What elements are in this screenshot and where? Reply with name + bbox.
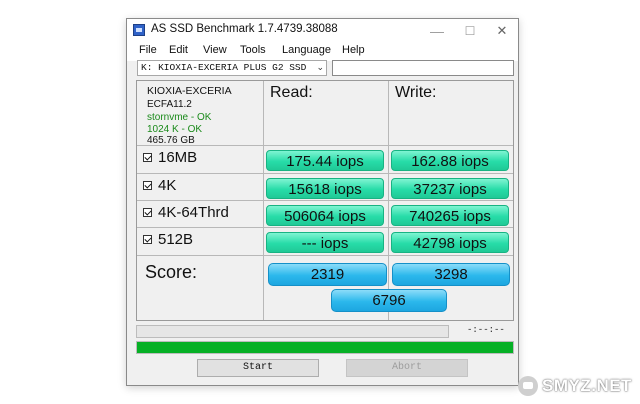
test-row-4k[interactable]: 4K (143, 177, 176, 194)
title-bar[interactable]: AS SSD Benchmark 1.7.4739.38088 — ☐ ✕ (127, 19, 518, 43)
drive-firmware: ECFA11.2 (147, 99, 192, 110)
menu-help[interactable]: Help (342, 44, 365, 56)
menu-tools[interactable]: Tools (240, 44, 266, 56)
result-write-16mb: 162.88 iops (391, 150, 509, 171)
menu-bar: File Edit View Tools Language Help (127, 43, 518, 61)
write-column-header: Write: (395, 84, 437, 101)
test-row-16mb[interactable]: 16MB (143, 149, 197, 166)
row-divider (137, 200, 513, 201)
overall-progress-bar (136, 341, 514, 354)
checkbox-4k[interactable] (143, 181, 152, 190)
row-divider (137, 173, 513, 174)
test-row-4k-64thrd[interactable]: 4K-64Thrd (143, 204, 229, 221)
checkbox-512b[interactable] (143, 235, 152, 244)
result-write-4k: 37237 iops (391, 178, 509, 199)
score-read: 2319 (268, 263, 387, 286)
test-label: 4K-64Thrd (158, 204, 229, 221)
menu-edit[interactable]: Edit (169, 44, 188, 56)
read-column-header: Read: (270, 84, 313, 101)
chevron-down-icon: ⌄ (316, 63, 324, 73)
app-icon (133, 24, 145, 36)
result-read-4k-64thrd: 506064 iops (266, 205, 384, 226)
elapsed-time: -:--:-- (467, 325, 505, 335)
drive-model: KIOXIA-EXCERIA (147, 85, 232, 97)
result-write-512b: 42798 iops (391, 232, 509, 253)
score-total: 6796 (331, 289, 447, 312)
alignment-status: 1024 K - OK (147, 124, 203, 135)
test-row-512b[interactable]: 512B (143, 231, 193, 248)
start-button[interactable]: Start (197, 359, 319, 377)
test-progress-bar (136, 325, 449, 338)
result-read-512b: --- iops (266, 232, 384, 253)
result-read-16mb: 175.44 iops (266, 150, 384, 171)
menu-language[interactable]: Language (282, 44, 331, 56)
test-label: 512B (158, 231, 194, 248)
close-button[interactable]: ✕ (486, 19, 518, 43)
abort-button[interactable]: Abort (346, 359, 468, 377)
drive-size: 465.76 GB (147, 135, 195, 146)
driver-status: stornvme - OK (147, 112, 212, 123)
smyz-logo-icon (518, 376, 538, 396)
info-input[interactable] (332, 60, 514, 76)
menu-view[interactable]: View (203, 44, 227, 56)
checkbox-4k-64thrd[interactable] (143, 208, 152, 217)
drive-select-value: K: KIOXIA-EXCERIA PLUS G2 SSD (141, 62, 307, 73)
row-divider (137, 227, 513, 228)
app-window: AS SSD Benchmark 1.7.4739.38088 — ☐ ✕ Fi… (126, 18, 519, 386)
overall-progress-fill (137, 342, 513, 353)
checkbox-16mb[interactable] (143, 153, 152, 162)
minimize-button[interactable]: — (421, 19, 453, 43)
maximize-button[interactable]: ☐ (454, 19, 486, 43)
test-label: 16MB (158, 149, 198, 166)
watermark-text: SMYZ.NET (542, 376, 632, 395)
score-write: 3298 (392, 263, 510, 286)
result-read-4k: 15618 iops (266, 178, 384, 199)
results-panel: KIOXIA-EXCERIA ECFA11.2 stornvme - OK 10… (136, 80, 514, 321)
menu-file[interactable]: File (139, 44, 157, 56)
drive-select[interactable]: K: KIOXIA-EXCERIA PLUS G2 SSD ⌄ (137, 60, 327, 76)
result-write-4k-64thrd: 740265 iops (391, 205, 509, 226)
row-divider (137, 255, 513, 256)
watermark: SMYZ.NET (518, 374, 632, 398)
score-label: Score: (145, 262, 198, 282)
window-title: AS SSD Benchmark 1.7.4739.38088 (151, 23, 338, 35)
test-label: 4K (158, 177, 177, 194)
